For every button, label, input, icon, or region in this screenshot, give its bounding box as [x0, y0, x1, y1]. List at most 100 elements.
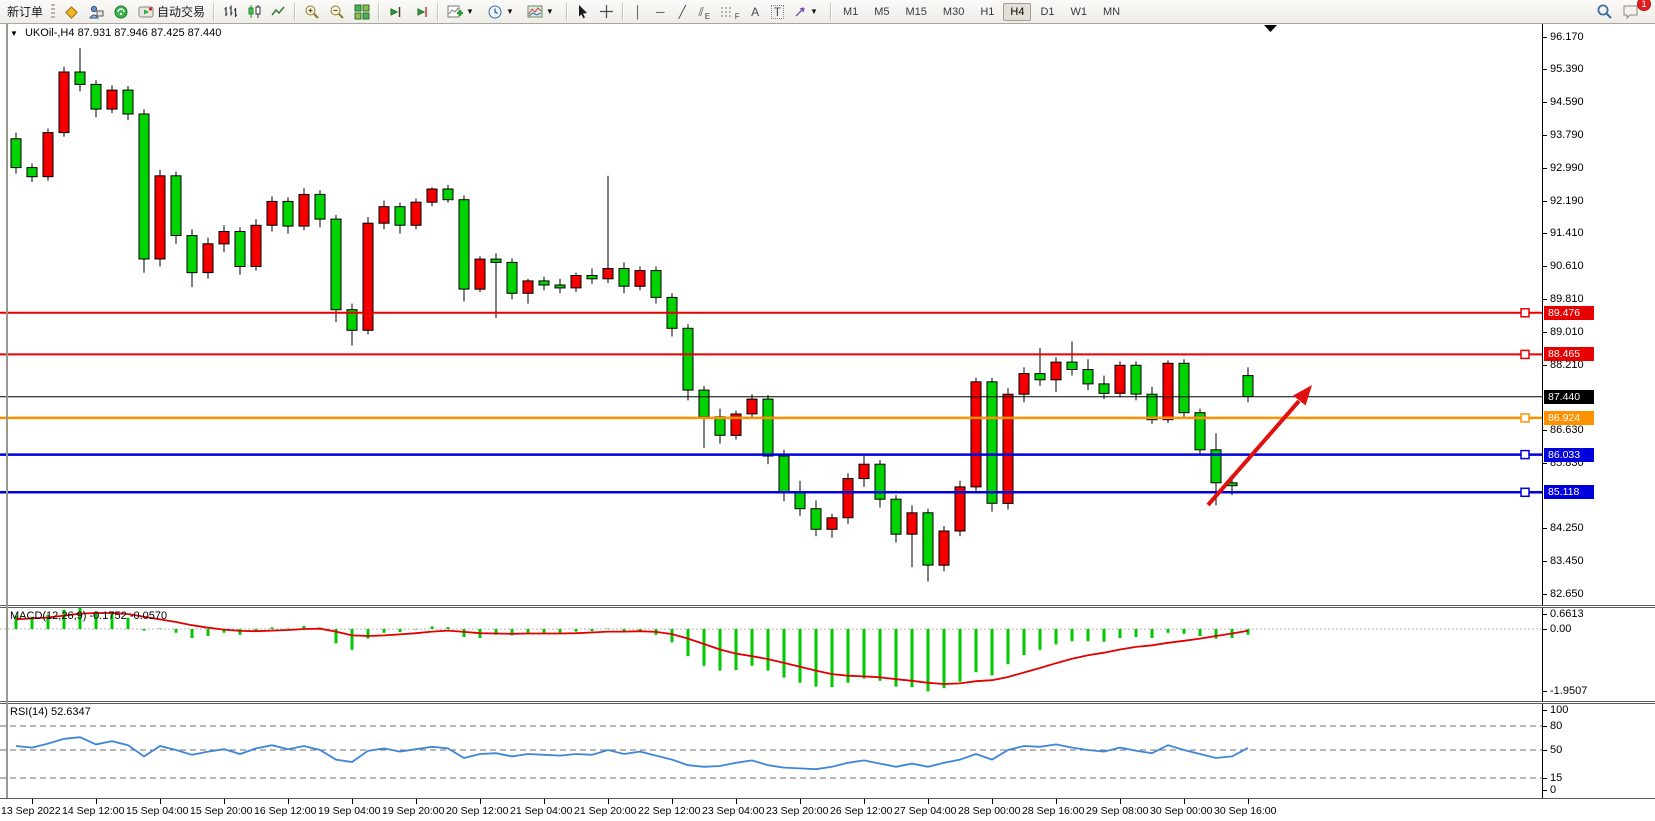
metaeditor-icon [88, 4, 104, 20]
rsi-chart[interactable] [0, 704, 1542, 798]
pane-splitter[interactable] [0, 701, 1655, 704]
trendline-button[interactable]: ╱ [672, 2, 693, 22]
time-tick-mark [224, 799, 225, 804]
macd-pane[interactable] [0, 608, 1542, 701]
price-tick-mark [1543, 332, 1547, 333]
time-tick-mark [96, 799, 97, 804]
bar-chart-button[interactable] [219, 2, 242, 22]
macd-chart[interactable] [0, 608, 1542, 701]
timeframe-mn[interactable]: MN [1096, 3, 1127, 21]
price-tick-label: 92.990 [1550, 162, 1584, 174]
price-tick-mark [1543, 201, 1547, 202]
search-button[interactable] [1592, 2, 1617, 22]
price-tick-label: 83.450 [1550, 555, 1584, 567]
chart-window-left-edge [6, 24, 8, 798]
chart-dropdown-icon: ▼ [10, 29, 18, 38]
text-button[interactable]: A [745, 2, 766, 22]
chart-shift-icon [413, 4, 429, 20]
new-order-label: 新订单 [7, 3, 43, 20]
search-icon [1596, 3, 1613, 20]
cursor-button[interactable] [572, 2, 594, 22]
time-tick-mark [736, 799, 737, 804]
main-chart-pane[interactable] [0, 24, 1542, 605]
price-tick-label: 91.410 [1550, 227, 1584, 239]
horizontal-line-button[interactable]: ─ [650, 2, 671, 22]
timeframe-m1[interactable]: M1 [836, 3, 865, 21]
timeframe-m5[interactable]: M5 [867, 3, 896, 21]
new-order-button[interactable]: 新订单 [3, 2, 47, 22]
periods-button[interactable]: ▼ [483, 2, 522, 22]
zoom-out-button[interactable] [325, 2, 349, 22]
candlestick-chart[interactable] [0, 24, 1542, 605]
tile-windows-button[interactable] [350, 2, 374, 22]
toolbar-separator [830, 3, 832, 21]
channel-button[interactable]: ⫽ E [694, 2, 715, 22]
label-icon: T [771, 5, 784, 19]
price-badge-85.118: 85.118 [1544, 485, 1594, 499]
auto-scroll-button[interactable] [384, 2, 408, 22]
candlestick-chart-button[interactable] [243, 2, 266, 22]
price-tick-label: 90.610 [1550, 260, 1584, 272]
line-marker [1521, 309, 1529, 317]
horizontal-line-icon: ─ [656, 6, 665, 18]
timeframe-h1[interactable]: H1 [973, 3, 1001, 21]
time-tick-mark [480, 799, 481, 804]
price-tick-mark [1543, 594, 1547, 595]
timeframe-d1[interactable]: D1 [1033, 3, 1061, 21]
macd-indicator-label: MACD(12,26,9) -0.1752 -0.0570 [10, 610, 167, 622]
toolbar-separator [294, 3, 296, 21]
rsi-line [16, 737, 1248, 769]
time-tick-mark [352, 799, 353, 804]
templates-button[interactable]: ▼ [523, 2, 562, 22]
timeframe-m30[interactable]: M30 [936, 3, 971, 21]
rsi-tick-label: 15 [1550, 772, 1562, 784]
price-tick-mark [1543, 299, 1547, 300]
price-tick-mark [1543, 168, 1547, 169]
rsi-tick-mark [1543, 710, 1547, 711]
fibonacci-button[interactable]: F [716, 2, 744, 22]
price-tick-label: 82.650 [1550, 588, 1584, 600]
signals-button[interactable] [109, 2, 133, 22]
rsi-pane[interactable] [0, 704, 1542, 798]
price-tick-mark [1543, 69, 1547, 70]
time-tick-label: 15 Sep 20:00 [190, 805, 252, 817]
time-tick-mark [800, 799, 801, 804]
label-button[interactable]: T [767, 2, 788, 22]
price-tick-mark [1543, 430, 1547, 431]
templates-icon [527, 4, 543, 20]
time-tick-mark [1248, 799, 1249, 804]
macd-tick-label: -1.9507 [1550, 685, 1587, 697]
channel-icon: ⫽ [698, 6, 703, 18]
autotrading-button[interactable]: 自动交易 [134, 2, 209, 22]
macd-tick-label: 0.6613 [1550, 608, 1584, 620]
metaeditor-button[interactable] [84, 2, 108, 22]
price-tick-mark [1543, 37, 1547, 38]
chevron-down-icon: ▼ [466, 7, 474, 16]
toolbar-separator [437, 3, 439, 21]
line-chart-button[interactable] [267, 2, 290, 22]
price-badge-87.440: 87.440 [1544, 390, 1594, 404]
arrows-button[interactable]: ▼ [789, 2, 826, 22]
vertical-line-button[interactable]: │ [628, 2, 649, 22]
macd-tick-mark [1543, 691, 1547, 692]
zoom-in-button[interactable] [300, 2, 324, 22]
pane-splitter[interactable] [0, 605, 1655, 608]
time-axis[interactable]: 13 Sep 202214 Sep 12:0015 Sep 04:0015 Se… [0, 799, 1655, 821]
rsi-tick-mark [1543, 790, 1547, 791]
price-tick-label: 96.170 [1550, 31, 1584, 43]
price-tick-mark [1543, 102, 1547, 103]
new-chart-button[interactable] [59, 2, 83, 22]
timeframe-h4[interactable]: H4 [1003, 3, 1031, 21]
chevron-down-icon: ▼ [810, 7, 818, 16]
macd-tick-mark [1543, 614, 1547, 615]
chart-shift-button[interactable] [409, 2, 433, 22]
price-axis[interactable]: 96.17095.39094.59093.79092.99092.19091.4… [1542, 24, 1655, 798]
fibonacci-icon [720, 5, 734, 19]
timeframe-w1[interactable]: W1 [1064, 3, 1095, 21]
toolbar-separator [566, 3, 568, 21]
timeframe-m15[interactable]: M15 [899, 3, 934, 21]
crosshair-button[interactable] [595, 2, 618, 22]
line-chart-icon [271, 4, 286, 19]
indicators-button[interactable]: ▼ [443, 2, 482, 22]
bar-chart-icon [223, 4, 238, 19]
